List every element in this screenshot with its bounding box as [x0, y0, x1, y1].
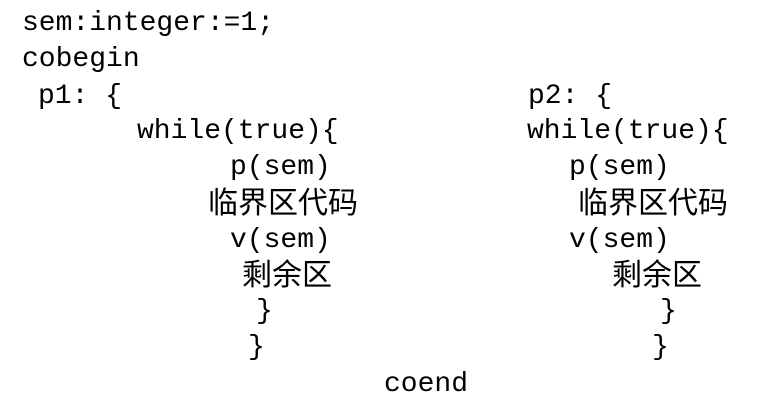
code-document: sem:integer:=1; cobegin p1: { while(true… [0, 0, 780, 406]
p1-p-operation: p(sem) [230, 152, 331, 183]
p2-while-loop: while(true){ [527, 116, 729, 147]
p1-critical-section: 临界区代码 [208, 186, 358, 221]
cobegin-keyword: cobegin [22, 44, 140, 75]
p2-outer-close-brace: } [652, 332, 669, 363]
p2-p-operation: p(sem) [569, 152, 670, 183]
p2-inner-close-brace: } [660, 296, 677, 327]
p1-inner-close-brace: } [256, 296, 273, 327]
p2-critical-section: 临界区代码 [578, 186, 728, 221]
p1-header: p1: { [38, 81, 123, 112]
p1-v-operation: v(sem) [230, 225, 331, 256]
p2-remainder-section: 剩余区 [612, 258, 702, 293]
semaphore-declaration: sem:integer:=1; [22, 8, 275, 39]
coend-keyword: coend [384, 369, 469, 400]
p1-while-loop: while(true){ [137, 116, 339, 147]
p1-remainder-section: 剩余区 [242, 258, 332, 293]
p2-v-operation: v(sem) [569, 225, 670, 256]
p1-outer-close-brace: } [248, 332, 265, 363]
p2-header: p2: { [528, 81, 613, 112]
